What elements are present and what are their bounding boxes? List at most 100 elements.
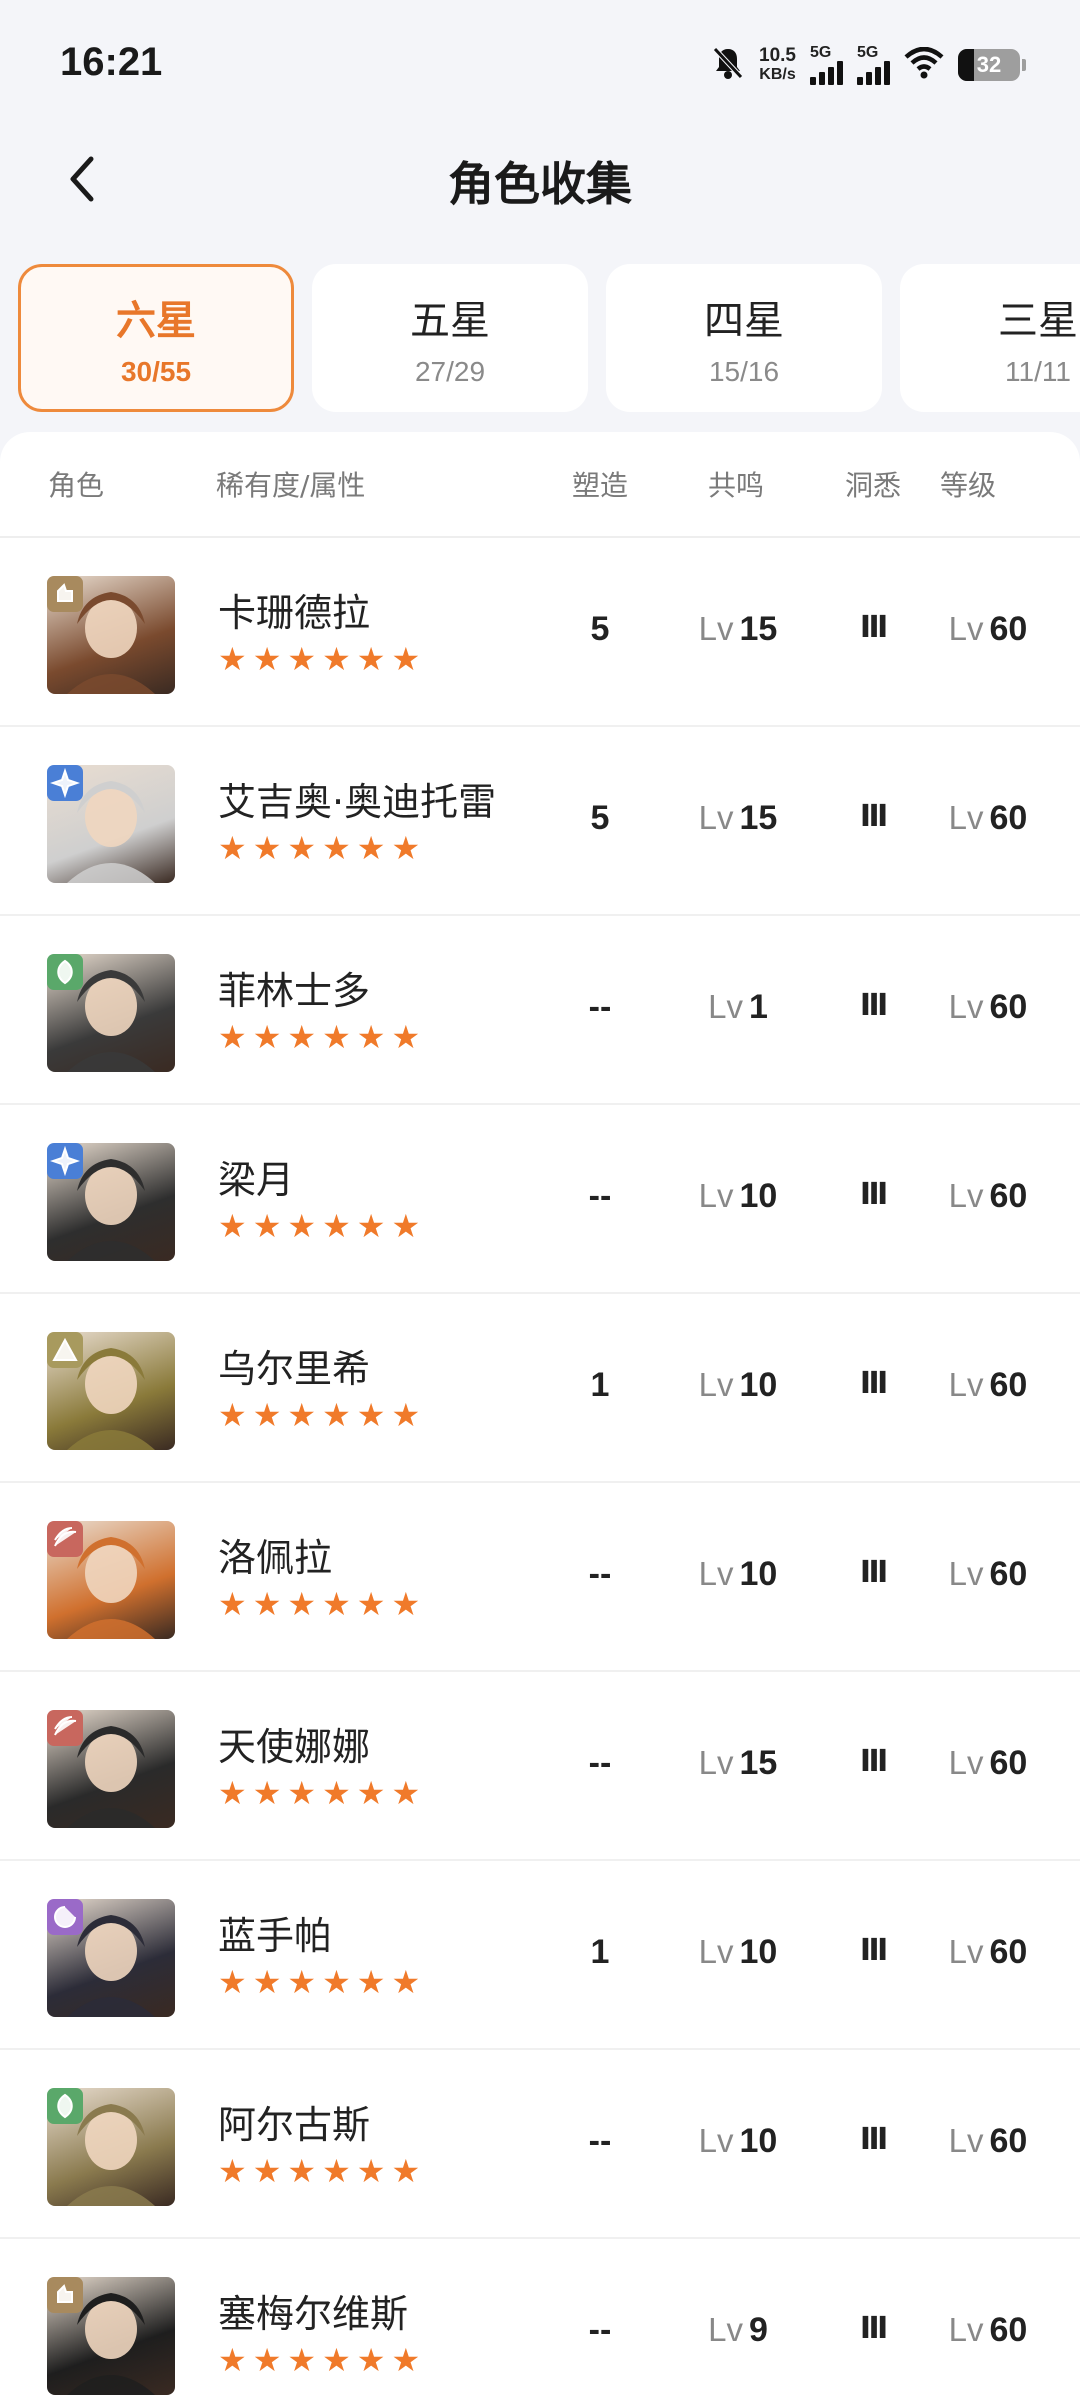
shape-value: -- [588,2122,612,2160]
tab-label: 六星 [116,298,196,344]
resonance-level: 10 [739,1555,778,1593]
wifi-icon [904,46,944,83]
resonance-value: Lv 15 [670,610,806,649]
shape-value: 1 [590,1933,610,1971]
col-insight[interactable]: 洞悉 [845,464,901,504]
battery-icon: 32 [958,49,1026,81]
resonance-value: Lv 1 [670,988,806,1027]
tab-label: 三星 [998,298,1078,344]
shape-value: -- [588,1744,612,1782]
attribute-icon [47,1710,83,1746]
attribute-icon [47,1899,83,1935]
signal-bars-icon [810,61,843,85]
character-table: 角色 稀有度/属性 塑造 共鸣 洞悉 等级 卡珊德拉 ★★★★★★ 5 Lv 15… [0,432,1080,2400]
attribute-icon [47,1521,83,1557]
insight-value: Ⅲ [859,1177,888,1212]
table-row[interactable]: 梁月 ★★★★★★ -- Lv 10 Ⅲ Lv 60 [0,1105,1080,1294]
table-row[interactable]: 艾吉奥·奥迪托雷 ★★★★★★ 5 Lv 15 Ⅲ Lv 60 [0,727,1080,916]
lv-prefix: Lv [708,2311,743,2348]
tab-four-star[interactable]: 四星 15/16 [606,264,882,412]
level-value: Lv 60 [920,1366,1056,1405]
shape-value: -- [588,988,612,1026]
rarity-stars: ★★★★★★ [218,829,427,867]
insight-value: Ⅲ [859,2122,888,2157]
resonance-level: 15 [739,610,778,648]
shape-value: -- [588,1177,612,1215]
col-level[interactable]: 等级 [940,464,996,504]
level-value: Lv 60 [920,1933,1056,1972]
resonance-level: 10 [739,1366,778,1404]
resonance-level: 9 [748,2311,768,2349]
tab-six-star[interactable]: 六星 30/55 [18,264,294,412]
character-name: 卡珊德拉 [218,591,371,635]
tab-label: 五星 [410,298,490,344]
shape-value: 5 [590,799,610,837]
col-resonance[interactable]: 共鸣 [708,464,764,504]
page-title: 角色收集 [448,157,632,211]
signal-5g-2: 5G [857,45,890,85]
table-row[interactable]: 蓝手帕 ★★★★★★ 1 Lv 10 Ⅲ Lv 60 [0,1861,1080,2050]
resonance-value: Lv 15 [670,1744,806,1783]
table-row[interactable]: 洛佩拉 ★★★★★★ -- Lv 10 Ⅲ Lv 60 [0,1483,1080,1672]
table-row[interactable]: 卡珊德拉 ★★★★★★ 5 Lv 15 Ⅲ Lv 60 [0,538,1080,727]
col-character[interactable]: 角色 [48,464,104,504]
mute-bell-icon [711,45,745,85]
character-level: 60 [989,1744,1028,1782]
insight-value: Ⅲ [859,1933,888,1968]
lv-prefix: Lv [948,2311,984,2348]
rarity-stars: ★★★★★★ [218,1018,427,1056]
tab-label: 四星 [704,298,784,344]
lv-prefix: Lv [948,988,984,1025]
signal-5g-1: 5G [810,45,843,85]
insight-value: Ⅲ [859,1744,888,1779]
lv-prefix: Lv [948,1555,984,1592]
shape-value: -- [588,2311,612,2349]
net-speed-value: 10.5 [759,45,796,66]
resonance-level: 10 [739,1933,778,1971]
insight-value: Ⅲ [859,1366,888,1401]
attribute-icon [47,2277,83,2313]
character-level: 60 [989,2311,1028,2349]
resonance-value: Lv 10 [670,2122,806,2161]
character-level: 60 [989,1555,1028,1593]
lv-prefix: Lv [948,1177,984,1214]
resonance-level: 10 [739,1177,778,1215]
lv-prefix: Lv [698,1366,734,1403]
status-bar: 16:21 10.5 KB/s 5G 5G 32 [0,0,1080,130]
tab-three-star[interactable]: 三星 11/11 [900,264,1080,412]
lv-prefix: Lv [948,1933,984,1970]
level-value: Lv 60 [920,2122,1056,2161]
level-value: Lv 60 [920,799,1056,838]
rarity-stars: ★★★★★★ [218,2341,427,2379]
col-rarity[interactable]: 稀有度/属性 [216,464,365,504]
resonance-value: Lv 10 [670,1555,806,1594]
table-row[interactable]: 阿尔古斯 ★★★★★★ -- Lv 10 Ⅲ Lv 60 [0,2050,1080,2239]
character-name: 塞梅尔维斯 [218,2292,409,2336]
level-value: Lv 60 [920,610,1056,649]
lv-prefix: Lv [698,1933,734,1970]
rarity-stars: ★★★★★★ [218,2152,427,2190]
tab-count: 11/11 [1005,356,1071,387]
status-icons: 10.5 KB/s 5G 5G 32 [711,40,1026,90]
table-row[interactable]: 乌尔里希 ★★★★★★ 1 Lv 10 Ⅲ Lv 60 [0,1294,1080,1483]
level-value: Lv 60 [920,1744,1056,1783]
table-row[interactable]: 天使娜娜 ★★★★★★ -- Lv 15 Ⅲ Lv 60 [0,1672,1080,1861]
rarity-tabs: 六星 30/55 五星 27/29 四星 15/16 三星 11/11 [18,264,1080,412]
resonance-value: Lv 10 [670,1177,806,1216]
attribute-icon [47,1332,83,1368]
net-speed-unit: KB/s [759,66,796,83]
attribute-icon [47,954,83,990]
rarity-stars: ★★★★★★ [218,1774,427,1812]
lv-prefix: Lv [698,610,734,647]
level-value: Lv 60 [920,988,1056,1027]
level-value: Lv 60 [920,1555,1056,1594]
rarity-stars: ★★★★★★ [218,1207,427,1245]
insight-value: Ⅲ [859,988,888,1023]
tab-five-star[interactable]: 五星 27/29 [312,264,588,412]
table-row[interactable]: 塞梅尔维斯 ★★★★★★ -- Lv 9 Ⅲ Lv 60 [0,2239,1080,2400]
attribute-icon [47,576,83,612]
character-name: 天使娜娜 [218,1725,371,1769]
table-row[interactable]: 菲林士多 ★★★★★★ -- Lv 1 Ⅲ Lv 60 [0,916,1080,1105]
battery-level: 32 [976,52,1002,77]
col-shape[interactable]: 塑造 [572,464,628,504]
